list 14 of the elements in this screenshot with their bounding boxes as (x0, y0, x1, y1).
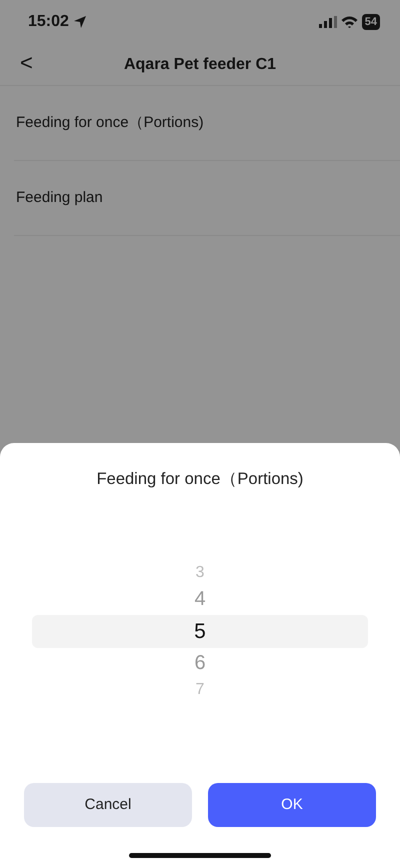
setting-label[interactable]: Feeding plan (16, 186, 103, 210)
wifi-icon (340, 16, 358, 28)
setting-label[interactable]: Feeding for once（Portions) (16, 112, 204, 134)
sheet-title: Feeding for once（Portions) (96, 469, 304, 490)
page-title: Aqara Pet feeder C1 (124, 54, 276, 74)
clock-time: 15:02 (28, 12, 69, 32)
battery-level: 54 (362, 14, 380, 30)
signal-icon (318, 16, 337, 28)
cancel-button[interactable]: Cancel (24, 783, 192, 827)
location-arrow-icon (72, 15, 87, 29)
ok-button[interactable]: OK (208, 783, 376, 827)
home-indicator[interactable] (129, 853, 271, 858)
back-button[interactable]: < (14, 50, 39, 76)
picker-option[interactable]: 5 (32, 614, 368, 648)
